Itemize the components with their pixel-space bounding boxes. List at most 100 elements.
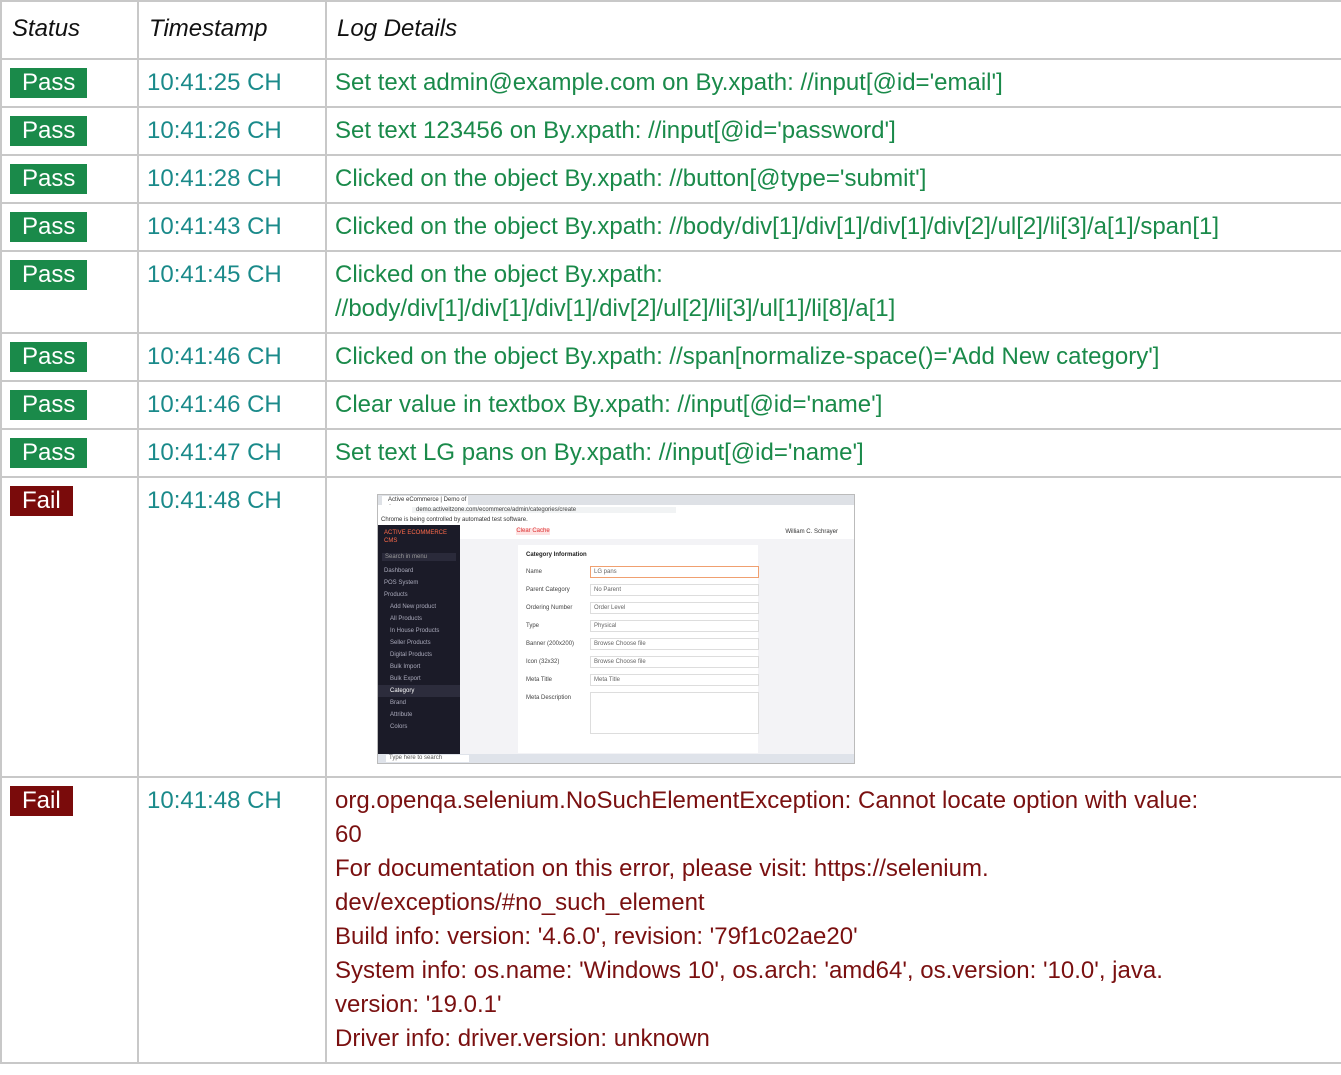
error-line: Build info: version: '4.6.0', revision: …: [335, 923, 858, 950]
log-line: //body/div[1]/div[1]/div[1]/div[2]/ul[2]…: [335, 295, 896, 322]
field-value: LG pans: [590, 566, 759, 578]
sidebar-item: Brand: [390, 700, 407, 706]
timestamp: 10:41:26 CH: [137, 106, 327, 156]
field-value: Physical: [590, 620, 759, 632]
category-form-card: Category Information Name LG pans Parent …: [518, 545, 759, 753]
form-row: Ordering Number Order Level: [518, 601, 759, 619]
admin-sidebar: ACTIVE ECOMMERCE CMS Search in menu Dash…: [378, 525, 460, 754]
timestamp: 10:41:48 CH: [137, 776, 327, 1064]
windows-taskbar: Type here to search: [378, 754, 854, 763]
table-row: Pass 10:41:45 CH Clicked on the object B…: [0, 250, 1341, 334]
header-details: Log Details: [325, 0, 1341, 60]
timestamp: 10:41:28 CH: [137, 154, 327, 204]
sidebar-item: Seller Products: [390, 640, 431, 646]
table-row-fail-screenshot: Fail 10:41:48 CH Active eCommerce | Demo…: [0, 476, 1341, 778]
table-row: Pass 10:41:47 CH Set text LG pans on By.…: [0, 428, 1341, 478]
field-label: Ordering Number: [526, 605, 573, 611]
status-badge: Pass: [10, 212, 88, 242]
field-label: Banner (200x200): [526, 641, 575, 647]
browser-tab: Active eCommerce | Demo of A: [382, 496, 468, 511]
timestamp: 10:41:25 CH: [137, 58, 327, 108]
sidebar-item: Category: [378, 685, 460, 697]
form-row: Meta Description: [518, 691, 759, 734]
sidebar-item: In House Products: [390, 628, 440, 634]
browser-url: demo.activeitzone.com/ecommerce/admin/ca…: [412, 507, 676, 513]
error-line: 60: [335, 821, 362, 848]
error-line: For documentation on this error, please …: [335, 855, 989, 882]
table-row: Pass 10:41:46 CH Clear value in textbox …: [0, 380, 1341, 430]
status-badge: Pass: [10, 164, 88, 194]
sidebar-item: Bulk Import: [390, 664, 421, 670]
sidebar-item: Products: [384, 592, 408, 598]
log-line: Set text 123456 on By.xpath: //input[@id…: [335, 117, 896, 144]
menu-search: Search in menu: [382, 553, 456, 561]
admin-main: Clear Cache William C. Schrayer Category…: [460, 525, 854, 754]
log-line: Clicked on the object By.xpath: //span[n…: [335, 343, 1160, 370]
field-label: Meta Description: [526, 695, 572, 701]
log-details: Active eCommerce | Demo of A demo.active…: [325, 476, 1341, 778]
log-line: Clicked on the object By.xpath:: [335, 261, 663, 288]
error-details: org.openqa.selenium.NoSuchElementExcepti…: [325, 776, 1341, 1064]
timestamp: 10:41:43 CH: [137, 202, 327, 252]
error-line: dev/exceptions/#no_such_element: [335, 889, 705, 916]
sidebar-item: Bulk Export: [390, 676, 421, 682]
error-line: org.openqa.selenium.NoSuchElementExcepti…: [335, 787, 1199, 814]
table-row: Pass 10:41:26 CH Set text 123456 on By.x…: [0, 106, 1341, 156]
browser-tab-strip: Active eCommerce | Demo of A: [378, 495, 854, 511]
form-row: Parent Category No Parent: [518, 583, 759, 601]
header-status: Status: [0, 0, 139, 60]
status-badge: Fail: [10, 486, 73, 516]
field-label: Name: [526, 569, 543, 575]
sidebar-item: Dashboard: [384, 568, 414, 574]
table-row: Pass 10:41:28 CH Clicked on the object B…: [0, 154, 1341, 204]
field-value: Browse Choose file: [590, 656, 759, 668]
timestamp: 10:41:46 CH: [137, 332, 327, 382]
table-row: Pass 10:41:46 CH Clicked on the object B…: [0, 332, 1341, 382]
log-details: Clicked on the object By.xpath: //span[n…: [325, 332, 1341, 382]
field-value: [590, 692, 759, 734]
status-badge: Pass: [10, 438, 88, 468]
log-details: Set text LG pans on By.xpath: //input[@i…: [325, 428, 1341, 478]
form-row: Name LG pans: [518, 565, 759, 583]
field-value: Meta Title: [590, 674, 759, 686]
status-badge: Pass: [10, 342, 88, 372]
error-line: System info: os.name: 'Windows 10', os.a…: [335, 957, 1163, 984]
sidebar-item: Attribute: [390, 712, 413, 718]
card-title: Category Information: [526, 552, 587, 558]
log-line: Clear value in textbox By.xpath: //input…: [335, 391, 883, 418]
sidebar-item: All Products: [390, 616, 423, 622]
sidebar-item: POS System: [384, 580, 419, 586]
status-badge: Pass: [10, 68, 88, 98]
log-details: Clicked on the object By.xpath: //button…: [325, 154, 1341, 204]
error-line: Driver info: driver.version: unknown: [335, 1025, 710, 1052]
field-value: Browse Choose file: [590, 638, 759, 650]
header-timestamp: Timestamp: [137, 0, 327, 60]
log-line: Clicked on the object By.xpath: //button…: [335, 165, 927, 192]
timestamp: 10:41:46 CH: [137, 380, 327, 430]
form-row: Type Physical: [518, 619, 759, 637]
header-row: Status Timestamp Log Details: [0, 0, 1341, 60]
sidebar-item: Colors: [390, 724, 408, 730]
field-label: Meta Title: [526, 677, 553, 683]
timestamp: 10:41:45 CH: [137, 250, 327, 334]
field-value: No Parent: [590, 584, 759, 596]
timestamp: 10:41:48 CH: [137, 476, 327, 778]
error-line: version: '19.0.1': [335, 991, 502, 1018]
form-row: Banner (200x200) Browse Choose file: [518, 637, 759, 655]
field-label: Icon (32x32): [526, 659, 560, 665]
automation-infobar: Chrome is being controlled by automated …: [378, 515, 854, 525]
log-details: Clicked on the object By.xpath: //body/d…: [325, 202, 1341, 252]
log-details: Clear value in textbox By.xpath: //input…: [325, 380, 1341, 430]
failure-screenshot[interactable]: Active eCommerce | Demo of A demo.active…: [377, 494, 855, 764]
log-table: Status Timestamp Log Details Pass 10:41:…: [0, 0, 1341, 1064]
log-details: Set text admin@example.com on By.xpath: …: [325, 58, 1341, 108]
log-details: Set text 123456 on By.xpath: //input[@id…: [325, 106, 1341, 156]
table-row-fail-error: Fail 10:41:48 CH org.openqa.selenium.NoS…: [0, 776, 1341, 1064]
status-badge: Pass: [10, 390, 88, 420]
field-value: Order Level: [590, 602, 759, 614]
admin-topbar: Clear Cache William C. Schrayer: [460, 525, 854, 539]
sidebar-item: Add New product: [390, 604, 437, 610]
log-line: Set text LG pans on By.xpath: //input[@i…: [335, 439, 864, 466]
status-badge: Pass: [10, 116, 88, 146]
user-name: William C. Schrayer: [785, 529, 838, 535]
